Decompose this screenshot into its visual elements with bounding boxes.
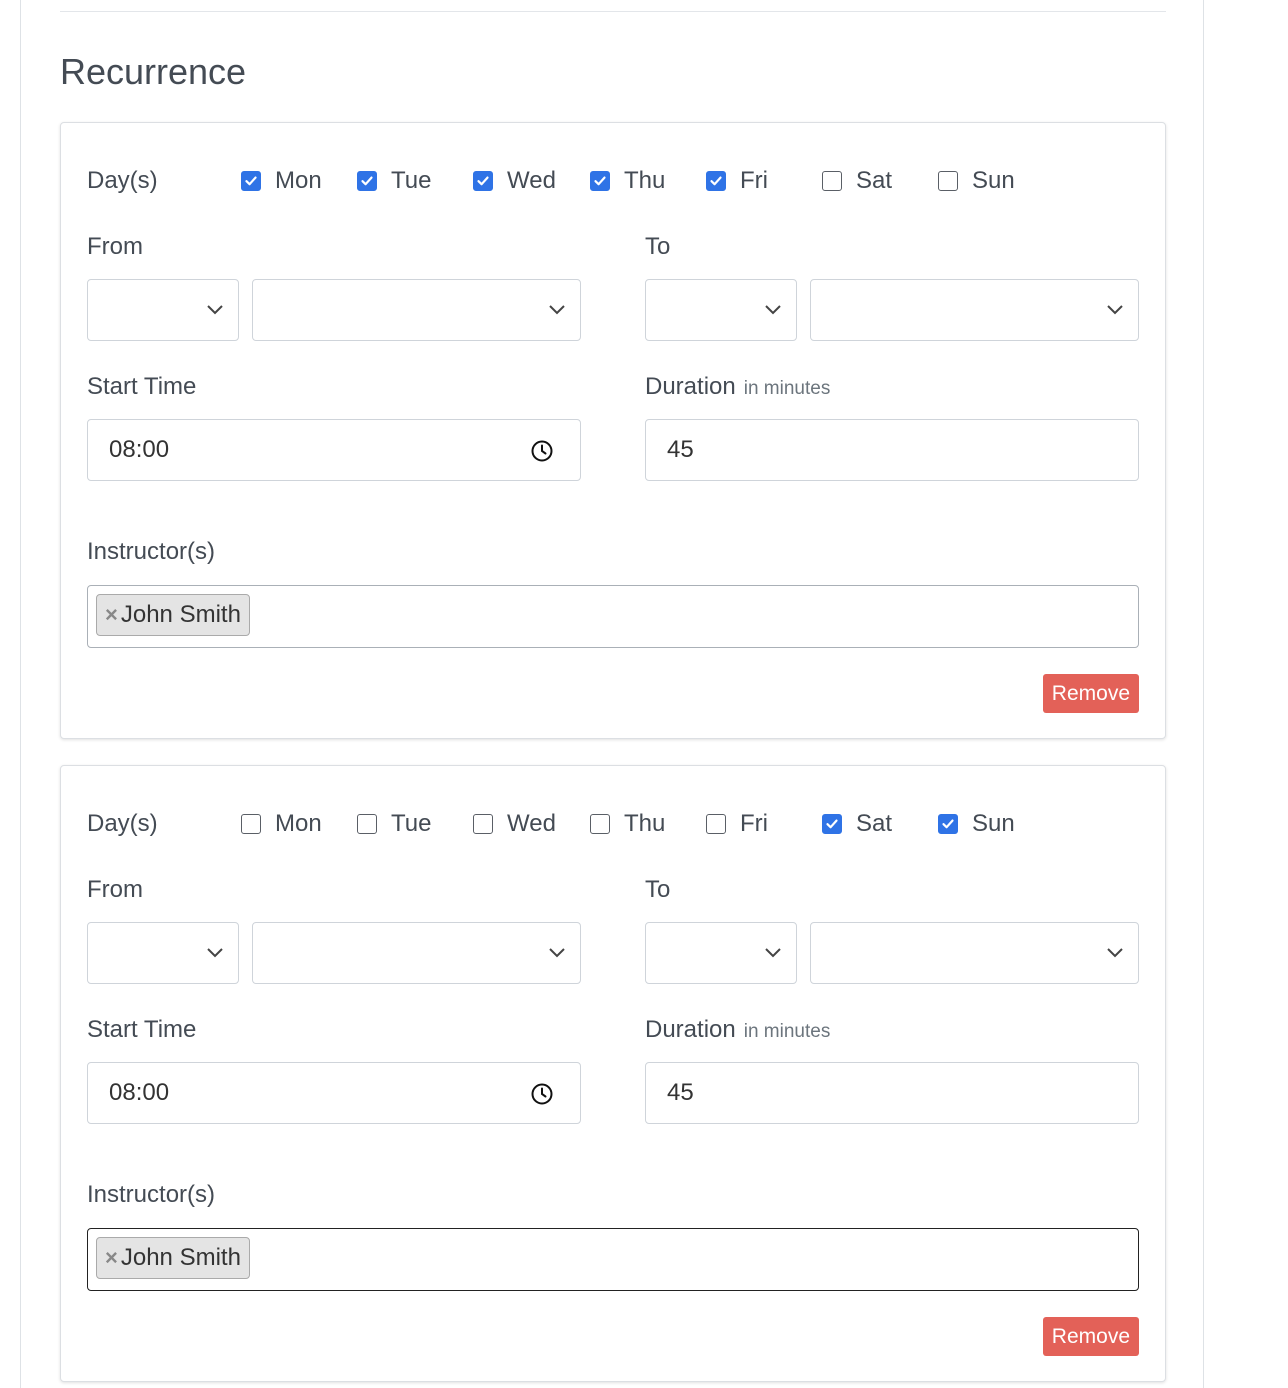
from-year-select[interactable] (252, 922, 581, 984)
duration-value: 45 (667, 436, 694, 463)
day-label: Tue (391, 810, 432, 837)
day-checkbox-wed[interactable]: Wed (473, 166, 556, 196)
day-label: Fri (740, 167, 768, 194)
checkbox[interactable] (590, 814, 610, 834)
duration-label-text: Duration (645, 373, 736, 400)
duration-label-text: Duration (645, 1016, 736, 1043)
divider (60, 11, 1166, 12)
instructors-multiselect[interactable]: × John Smith (87, 585, 1139, 648)
duration-input[interactable]: 45 (645, 419, 1139, 481)
chevron-down-icon (765, 948, 781, 958)
instructors-label: Instructor(s) (87, 1181, 216, 1208)
checkbox[interactable] (822, 171, 842, 191)
chevron-down-icon (549, 305, 565, 315)
day-checkbox-mon[interactable]: Mon (241, 809, 322, 839)
remove-button[interactable]: Remove (1042, 674, 1139, 713)
to-year-select[interactable] (810, 279, 1139, 341)
checkbox[interactable] (357, 171, 377, 191)
from-month-select[interactable] (87, 922, 239, 984)
instructor-tag: × John Smith (96, 594, 250, 636)
recurrence-card: Day(s) Mon Tue Wed Thu Fri Sat Sun From … (60, 765, 1166, 1382)
clock-icon[interactable] (530, 439, 554, 463)
chevron-down-icon (207, 948, 223, 958)
checkbox[interactable] (473, 814, 493, 834)
checkbox[interactable] (706, 171, 726, 191)
day-label: Sun (972, 810, 1015, 837)
tag-remove-icon[interactable]: × (105, 1245, 118, 1271)
day-label: Sat (856, 810, 893, 837)
days-label: Day(s) (87, 167, 158, 194)
checkbox[interactable] (357, 814, 377, 834)
chevron-down-icon (549, 948, 565, 958)
day-label: Wed (507, 810, 556, 837)
duration-hint: in minutes (743, 378, 831, 399)
day-checkbox-tue[interactable]: Tue (357, 166, 431, 196)
clock-icon[interactable] (530, 1082, 554, 1106)
day-label: Fri (740, 810, 768, 837)
day-checkbox-fri[interactable]: Fri (706, 809, 768, 839)
checkbox[interactable] (938, 171, 958, 191)
day-label: Thu (624, 810, 666, 837)
day-label: Mon (275, 810, 322, 837)
to-label: To (645, 876, 671, 903)
checkbox[interactable] (822, 814, 842, 834)
remove-button[interactable]: Remove (1042, 1317, 1139, 1356)
instructors-label: Instructor(s) (87, 538, 216, 565)
day-label: Mon (275, 167, 322, 194)
from-month-select[interactable] (87, 279, 239, 341)
chevron-down-icon (1107, 305, 1123, 315)
to-month-select[interactable] (645, 922, 797, 984)
day-checkbox-thu[interactable]: Thu (590, 166, 665, 196)
days-label: Day(s) (87, 810, 158, 837)
to-year-select[interactable] (810, 922, 1139, 984)
chevron-down-icon (1107, 948, 1123, 958)
day-checkbox-sun[interactable]: Sun (938, 809, 1015, 839)
to-month-select[interactable] (645, 279, 797, 341)
day-label: Sun (972, 167, 1015, 194)
checkbox[interactable] (473, 171, 493, 191)
day-checkbox-sun[interactable]: Sun (938, 166, 1015, 196)
duration-input[interactable]: 45 (645, 1062, 1139, 1124)
checkbox[interactable] (241, 171, 261, 191)
day-checkbox-sat[interactable]: Sat (822, 809, 892, 839)
day-label: Tue (391, 167, 432, 194)
day-checkbox-mon[interactable]: Mon (241, 166, 322, 196)
from-year-select[interactable] (252, 279, 581, 341)
checkbox[interactable] (590, 171, 610, 191)
from-label: From (87, 233, 143, 260)
duration-label: Duration in minutes (645, 1015, 830, 1047)
start-time-label: Start Time (87, 373, 197, 400)
day-label: Sat (856, 167, 893, 194)
chevron-down-icon (765, 305, 781, 315)
day-checkbox-wed[interactable]: Wed (473, 809, 556, 839)
section-title: Recurrence (60, 51, 247, 92)
duration-value: 45 (667, 1079, 694, 1106)
day-checkbox-sat[interactable]: Sat (822, 166, 892, 196)
start-time-value: 08:00 (109, 436, 170, 463)
start-time-input[interactable]: 08:00 (87, 419, 581, 481)
instructor-tag-label: John Smith (120, 1244, 241, 1271)
checkbox[interactable] (706, 814, 726, 834)
duration-label: Duration in minutes (645, 372, 830, 404)
day-checkbox-thu[interactable]: Thu (590, 809, 665, 839)
instructors-multiselect[interactable]: × John Smith (87, 1228, 1139, 1291)
recurrence-card: Day(s) Mon Tue Wed Thu Fri Sat Sun From … (60, 122, 1166, 739)
checkbox[interactable] (241, 814, 261, 834)
chevron-down-icon (207, 305, 223, 315)
start-time-value: 08:00 (109, 1079, 170, 1106)
from-label: From (87, 876, 143, 903)
instructor-tag: × John Smith (96, 1237, 250, 1279)
day-checkbox-tue[interactable]: Tue (357, 809, 431, 839)
day-label: Thu (624, 167, 666, 194)
tag-remove-icon[interactable]: × (105, 602, 118, 628)
to-label: To (645, 233, 671, 260)
duration-hint: in minutes (743, 1021, 831, 1042)
instructor-tag-label: John Smith (120, 601, 241, 628)
checkbox[interactable] (938, 814, 958, 834)
start-time-input[interactable]: 08:00 (87, 1062, 581, 1124)
start-time-label: Start Time (87, 1016, 197, 1043)
day-label: Wed (507, 167, 556, 194)
day-checkbox-fri[interactable]: Fri (706, 166, 768, 196)
